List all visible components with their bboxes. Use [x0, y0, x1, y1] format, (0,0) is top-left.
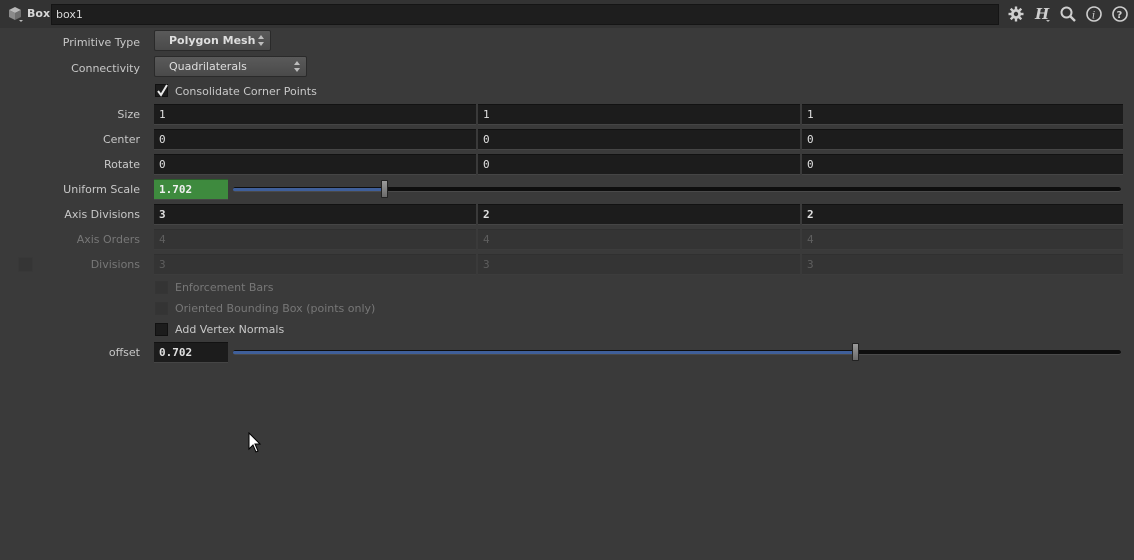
connectivity-label: Connectivity — [71, 62, 140, 75]
center-y-field[interactable]: 0 — [478, 129, 800, 150]
svg-text:?: ? — [1117, 10, 1123, 21]
offset-label: offset — [108, 346, 140, 359]
divisions-label: Divisions — [90, 258, 140, 271]
parameter-header: Box box1 H i ? — [0, 0, 1134, 28]
oriented-bbox-label: Oriented Bounding Box (points only) — [175, 302, 376, 315]
axis-divisions-x-field[interactable]: 3 — [154, 204, 476, 225]
axis-orders-y-field: 4 — [478, 229, 800, 250]
box-node-icon[interactable] — [6, 5, 24, 23]
size-label: Size — [117, 108, 140, 121]
axis-divisions-y-field[interactable]: 2 — [478, 204, 800, 225]
center-z-field[interactable]: 0 — [802, 129, 1123, 150]
uniform-scale-slider-fill — [233, 188, 384, 191]
connectivity-dropdown[interactable]: Quadrilaterals — [154, 56, 307, 77]
rotate-x-field[interactable]: 0 — [154, 154, 476, 175]
uniform-scale-field[interactable]: 1.702 — [154, 179, 228, 200]
divisions-x-field: 3 — [154, 254, 476, 275]
divisions-y-field: 3 — [478, 254, 800, 275]
center-x-field[interactable]: 0 — [154, 129, 476, 150]
uniform-scale-slider[interactable] — [233, 187, 1121, 192]
help-icon[interactable]: ? — [1111, 5, 1129, 23]
size-x-field[interactable]: 1 — [154, 104, 476, 125]
vertex-normals-label: Add Vertex Normals — [175, 323, 285, 336]
size-z-field[interactable]: 1 — [802, 104, 1123, 125]
size-y-field[interactable]: 1 — [478, 104, 800, 125]
center-label: Center — [102, 133, 140, 146]
primitive-type-value: Polygon Mesh — [169, 34, 256, 47]
axis-divisions-z-field[interactable]: 2 — [802, 204, 1123, 225]
offset-slider-handle[interactable] — [852, 343, 859, 361]
svg-text:i: i — [1092, 11, 1095, 22]
divisions-toggle[interactable] — [18, 257, 33, 272]
info-icon[interactable]: i — [1085, 5, 1103, 23]
consolidate-label: Consolidate Corner Points — [175, 85, 317, 98]
primitive-type-dropdown[interactable]: Polygon Mesh — [154, 30, 271, 51]
rotate-label: Rotate — [103, 158, 140, 171]
offset-slider-fill — [233, 351, 856, 354]
consolidate-checkbox[interactable] — [155, 84, 168, 97]
node-name-field[interactable]: box1 — [51, 4, 999, 25]
enforcement-bars-checkbox — [155, 281, 168, 294]
updown-arrow-icon — [294, 61, 300, 72]
connectivity-value: Quadrilaterals — [169, 60, 247, 73]
mouse-cursor-icon — [248, 432, 262, 453]
axis-orders-label: Axis Orders — [76, 233, 140, 246]
vertex-normals-checkbox[interactable] — [155, 323, 168, 336]
search-icon[interactable] — [1059, 5, 1077, 23]
axis-orders-x-field: 4 — [154, 229, 476, 250]
uniform-scale-label: Uniform Scale — [63, 183, 140, 196]
offset-slider[interactable] — [233, 350, 1121, 355]
uniform-scale-slider-handle[interactable] — [381, 180, 388, 198]
gear-icon[interactable] — [1007, 5, 1025, 23]
rotate-z-field[interactable]: 0 — [802, 154, 1123, 175]
axis-orders-z-field: 4 — [802, 229, 1123, 250]
node-type-label: Box — [27, 7, 51, 20]
checkmark-icon — [157, 84, 168, 97]
primitive-type-label: Primitive Type — [62, 36, 140, 49]
rotate-y-field[interactable]: 0 — [478, 154, 800, 175]
offset-field[interactable]: 0.702 — [154, 342, 228, 363]
enforcement-bars-label: Enforcement Bars — [175, 281, 274, 294]
updown-arrow-icon — [258, 35, 264, 46]
houdini-help-icon[interactable]: H — [1033, 5, 1051, 23]
oriented-bbox-checkbox — [155, 302, 168, 315]
divisions-z-field: 3 — [802, 254, 1123, 275]
axis-divisions-label: Axis Divisions — [64, 208, 140, 221]
